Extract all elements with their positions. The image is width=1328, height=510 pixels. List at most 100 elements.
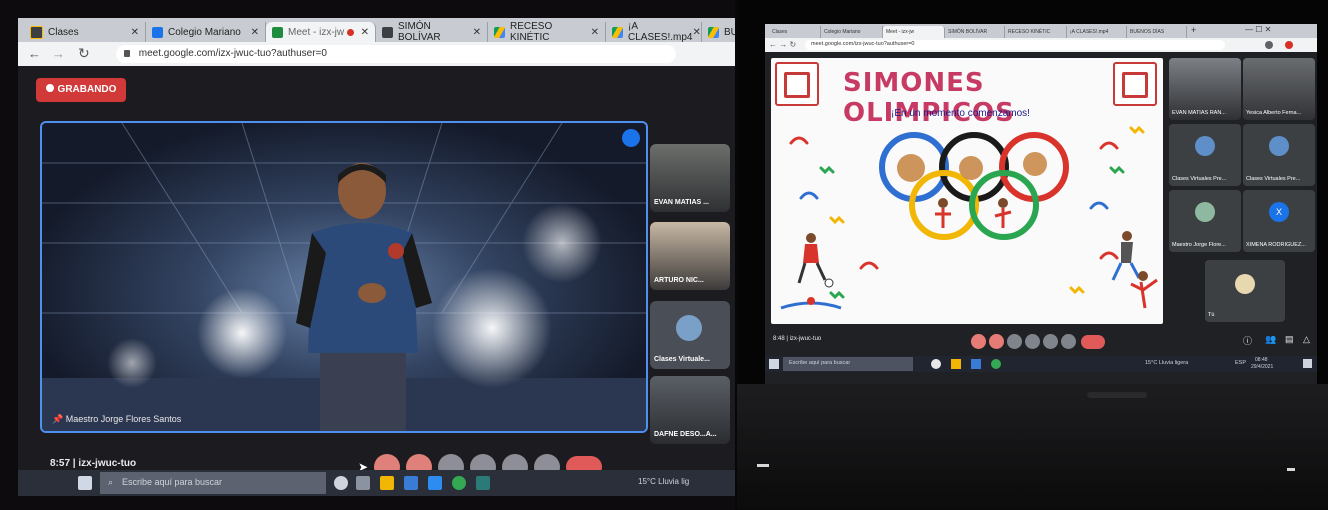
clock-date[interactable]: 29/4/2021	[1251, 364, 1273, 370]
drive-icon	[612, 26, 623, 38]
participant-tile-arturo[interactable]: ARTURO NIC...	[650, 222, 730, 290]
browser-tab-bar: Clases ✕ Colegio Mariano ✕ Meet - izx-jw ✕…	[18, 18, 735, 43]
weather-widget[interactable]: 15°C Lluvia lig	[638, 477, 689, 486]
present-button[interactable]	[1043, 334, 1058, 349]
tab-meet[interactable]: Meet - izx-jw	[883, 26, 945, 38]
close-icon[interactable]: ✕	[591, 27, 599, 38]
chrome-icon[interactable]	[991, 359, 1001, 369]
reload-icon[interactable]: ↻	[78, 45, 90, 62]
tab-receso-kinetico[interactable]: RECESO KINÉTIC ✕	[488, 21, 606, 43]
classroom-icon	[382, 26, 393, 38]
close-icon[interactable]: ✕	[692, 27, 700, 38]
calendar-icon	[152, 26, 163, 38]
activities-icon[interactable]: △	[1303, 334, 1310, 345]
participant-tile-clases-virtuales[interactable]: Clases Virtuale...	[650, 301, 730, 369]
tab-clases[interactable]: Clases	[769, 26, 821, 38]
app-icon[interactable]	[476, 476, 490, 490]
mic-button[interactable]	[971, 334, 986, 349]
notifications-icon[interactable]	[1303, 359, 1312, 368]
windows-start-icon[interactable]	[78, 476, 92, 490]
taskbar-search-box[interactable]: ⌕ Escribe aquí para buscar	[100, 472, 326, 494]
close-icon[interactable]: ✕	[361, 27, 369, 38]
task-view-icon[interactable]	[356, 476, 370, 490]
recording-badge[interactable]: GRABANDO	[36, 78, 126, 102]
participant-tile-maestro-jorge[interactable]: Maestro Jorge Flore...	[1169, 190, 1241, 252]
swimmer-figure	[780, 297, 842, 310]
mail-icon[interactable]	[404, 476, 418, 490]
tab-colegio-mariano[interactable]: Colegio Mariano ✕	[146, 22, 266, 42]
cortana-icon[interactable]	[334, 476, 348, 490]
tab-meet[interactable]: Meet - izx-jw ✕	[266, 22, 376, 42]
self-view-tile[interactable]: Tú	[1205, 260, 1285, 322]
record-dot-icon	[45, 84, 54, 92]
soccer-player-figure	[797, 233, 834, 288]
tab-buenos[interactable]: BUEN	[702, 22, 735, 42]
tab-a-clases-video[interactable]: ¡A CLASES!.mp4 ✕	[606, 21, 702, 43]
participant-tile-clases-virtuales-2[interactable]: Clases Virtuales Pre...	[1243, 124, 1315, 186]
close-icon[interactable]: ✕	[131, 27, 139, 38]
profile-icon[interactable]	[1285, 41, 1293, 49]
address-bar-row: ← → ↻ meet.google.com/izx-jwuc-tuo?authu…	[18, 42, 735, 66]
taskbar-search-box[interactable]: Escribe aquí para buscar	[783, 357, 913, 371]
participant-tile-evan[interactable]: EVAN MATIAS ...	[650, 144, 730, 212]
presenter-figure	[296, 163, 432, 431]
weather-widget[interactable]: 15°C Lluvia ligera	[1145, 360, 1188, 366]
file-explorer-icon[interactable]	[951, 359, 961, 369]
decorations-svg	[780, 125, 1158, 310]
more-options-button[interactable]	[1061, 334, 1076, 349]
participant-tile-evan[interactable]: EVAN MATIAS RAN...	[1169, 58, 1241, 120]
chrome-icon[interactable]	[452, 476, 466, 490]
tab-colegio-mariano[interactable]: Colegio Mariano	[821, 26, 883, 38]
url-field[interactable]: meet.google.com/izx-jwuc-tuo?authuser=0	[116, 45, 676, 63]
participant-tile-dafne[interactable]: DAFNE DESO...A...	[650, 376, 730, 444]
right-laptop-screen: Clases Colegio Mariano Meet - izx-jw SIM…	[765, 24, 1317, 384]
forward-arrow-icon[interactable]: →	[52, 46, 65, 61]
browser-tab-bar: Clases Colegio Mariano Meet - izx-jw SIM…	[765, 24, 1317, 38]
meeting-time-code: 8:48 | izx-jwuc-tuo	[773, 336, 822, 342]
windows-taskbar: ⌕ Escribe aquí para buscar 15°C Lluvia l…	[18, 470, 735, 496]
people-icon[interactable]: 👥	[1265, 334, 1276, 345]
right-photo: Clases Colegio Mariano Meet - izx-jw SIM…	[737, 0, 1328, 510]
chat-icon[interactable]: ▤	[1285, 334, 1294, 345]
back-arrow-icon[interactable]: ← → ↻	[769, 40, 796, 49]
end-call-button[interactable]	[1081, 335, 1105, 349]
close-icon[interactable]: ✕	[251, 27, 259, 38]
laptop-hinge	[1087, 392, 1147, 398]
meeting-details-icon[interactable]: ⓘ	[1243, 334, 1252, 347]
close-icon[interactable]: ✕	[473, 27, 481, 38]
tab-simon-bolivar[interactable]: SIMÓN BOLÍVAR	[945, 26, 1005, 38]
mail-icon[interactable]	[971, 359, 981, 369]
tab-receso-kinetico[interactable]: RECESO KINÉTIC	[1005, 26, 1067, 38]
presenter-video[interactable]: 📌 Maestro Jorge Flores Santos	[40, 121, 648, 433]
left-monitor-screen: Clases ✕ Colegio Mariano ✕ Meet - izx-jw ✕…	[18, 18, 735, 496]
participant-tile-clases-virtuales-1[interactable]: Clases Virtuales Pre...	[1169, 124, 1241, 186]
cortana-icon[interactable]	[931, 359, 941, 369]
gymnast-figure	[1130, 271, 1158, 309]
participant-tile-yesica[interactable]: Yesica Alberto Ferna...	[1243, 58, 1315, 120]
address-bar-row: ← → ↻ meet.google.com/izx-jwuc-tuo?authu…	[765, 38, 1317, 52]
tab-buenos-dias[interactable]: BUENOS DÍAS	[1127, 26, 1187, 38]
camera-button[interactable]	[989, 334, 1004, 349]
participant-tile-ximena[interactable]: X XIMENA RODRIGUEZ...	[1243, 190, 1315, 252]
presenter-name-label: 📌 Maestro Jorge Flores Santos	[52, 414, 182, 424]
language-indicator[interactable]: ESP	[1235, 360, 1246, 366]
avatar	[1195, 202, 1215, 222]
tab-simon-bolivar[interactable]: SIMÓN BOLÍVAR ✕	[376, 21, 488, 43]
extensions-icon[interactable]	[1265, 41, 1273, 49]
store-icon[interactable]	[428, 476, 442, 490]
tab-a-clases-video[interactable]: ¡A CLASES!.mp4	[1067, 26, 1127, 38]
clock-time[interactable]: 08:48	[1255, 357, 1268, 363]
runner-figure	[1111, 231, 1141, 281]
windows-start-icon[interactable]	[769, 359, 779, 369]
new-tab-icon[interactable]: +	[1191, 25, 1196, 35]
lock-icon	[124, 50, 130, 57]
back-arrow-icon[interactable]: ←	[28, 46, 41, 61]
tab-clases[interactable]: Clases ✕	[24, 22, 146, 42]
raise-hand-button[interactable]	[1025, 334, 1040, 349]
pin-icon[interactable]	[622, 129, 640, 147]
captions-button[interactable]	[1007, 334, 1022, 349]
shared-presentation-slide[interactable]: SIMONES OLIMPICOS ¡En un momento comenza…	[771, 58, 1163, 324]
file-explorer-icon[interactable]	[380, 476, 394, 490]
url-field[interactable]: meet.google.com/izx-jwuc-tuo?authuser=0	[805, 40, 1225, 50]
window-controls[interactable]: — ☐ ✕	[1245, 25, 1271, 34]
